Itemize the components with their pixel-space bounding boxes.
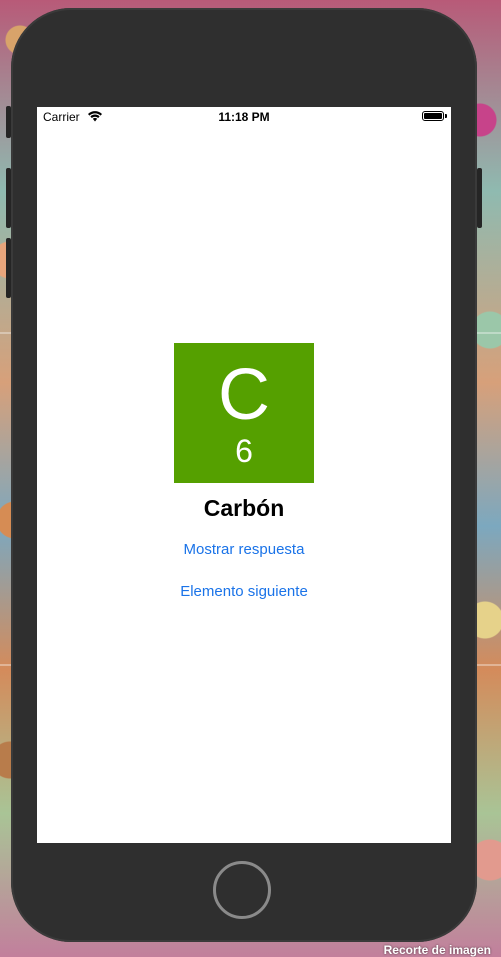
element-tile: C 6 — [174, 343, 314, 483]
status-time: 11:18 PM — [218, 110, 270, 124]
volume-up-button — [6, 168, 11, 228]
element-name: Carbón — [203, 495, 285, 521]
status-bar: Carrier 11:18 PM — [37, 107, 451, 127]
mute-switch — [6, 106, 11, 138]
battery-icon — [422, 111, 444, 121]
crop-label: Recorte de imagen — [383, 943, 491, 957]
app-screen: Carrier 11:18 PM C 6 Carbón Mostrar resp… — [37, 107, 451, 843]
element-atomic-number: 6 — [235, 433, 253, 469]
power-button — [477, 168, 482, 228]
volume-down-button — [6, 238, 11, 298]
show-answer-button[interactable]: Mostrar respuesta — [37, 541, 451, 558]
home-button[interactable] — [213, 861, 271, 919]
element-symbol: C — [218, 355, 270, 435]
next-element-button[interactable]: Elemento siguiente — [37, 583, 451, 600]
battery-tip — [445, 114, 447, 118]
